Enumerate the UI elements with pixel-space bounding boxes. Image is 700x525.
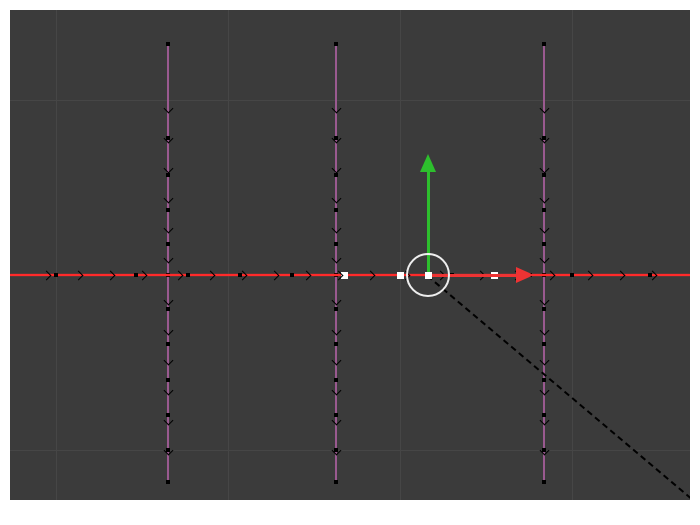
gizmo-origin-icon[interactable]	[426, 273, 431, 278]
control-vertex[interactable]	[166, 413, 170, 417]
control-vertex[interactable]	[542, 413, 546, 417]
control-vertex[interactable]	[334, 136, 338, 140]
control-vertex[interactable]	[166, 480, 170, 484]
control-vertex[interactable]	[648, 273, 652, 277]
control-vertex[interactable]	[334, 208, 338, 212]
control-vertex[interactable]	[238, 273, 242, 277]
control-vertex[interactable]	[134, 273, 138, 277]
control-vertex[interactable]	[334, 342, 338, 346]
3d-viewport[interactable]	[10, 10, 690, 500]
control-vertex[interactable]	[542, 208, 546, 212]
control-vertex[interactable]	[542, 136, 546, 140]
control-vertex[interactable]	[334, 173, 338, 177]
control-vertex[interactable]	[570, 273, 574, 277]
gizmo-y-arrowhead-icon[interactable]	[420, 154, 436, 172]
control-vertex[interactable]	[186, 273, 190, 277]
relationship-line	[427, 275, 690, 500]
grid-line-vertical	[228, 10, 229, 500]
control-vertex[interactable]	[166, 208, 170, 212]
control-vertex-selected[interactable]	[398, 273, 403, 278]
control-vertex[interactable]	[166, 342, 170, 346]
gizmo-x-arrowhead-icon[interactable]	[516, 267, 534, 283]
control-vertex[interactable]	[334, 413, 338, 417]
control-vertex[interactable]	[334, 42, 338, 46]
control-vertex[interactable]	[166, 448, 170, 452]
control-vertex[interactable]	[166, 136, 170, 140]
control-vertex[interactable]	[334, 307, 338, 311]
control-vertex[interactable]	[166, 173, 170, 177]
control-vertex[interactable]	[54, 273, 58, 277]
control-vertex[interactable]	[166, 42, 170, 46]
control-vertex[interactable]	[542, 378, 546, 382]
control-vertex[interactable]	[166, 378, 170, 382]
control-vertex[interactable]	[542, 173, 546, 177]
control-vertex[interactable]	[166, 242, 170, 246]
control-vertex[interactable]	[542, 307, 546, 311]
control-vertex[interactable]	[334, 448, 338, 452]
control-vertex[interactable]	[542, 42, 546, 46]
grid-line-vertical	[400, 10, 401, 500]
control-vertex[interactable]	[334, 378, 338, 382]
app-frame	[0, 0, 700, 525]
control-vertex[interactable]	[542, 480, 546, 484]
control-vertex[interactable]	[542, 448, 546, 452]
curve-edge-horizontal[interactable]	[10, 274, 690, 276]
control-vertex[interactable]	[290, 273, 294, 277]
control-vertex[interactable]	[542, 242, 546, 246]
grid-line-vertical	[56, 10, 57, 500]
control-vertex-selected[interactable]	[342, 273, 347, 278]
control-vertex[interactable]	[334, 480, 338, 484]
grid-line-horizontal	[10, 100, 690, 101]
control-vertex[interactable]	[334, 242, 338, 246]
control-vertex[interactable]	[166, 307, 170, 311]
grid-line-horizontal	[10, 450, 690, 451]
control-vertex[interactable]	[542, 342, 546, 346]
grid-line-vertical	[572, 10, 573, 500]
